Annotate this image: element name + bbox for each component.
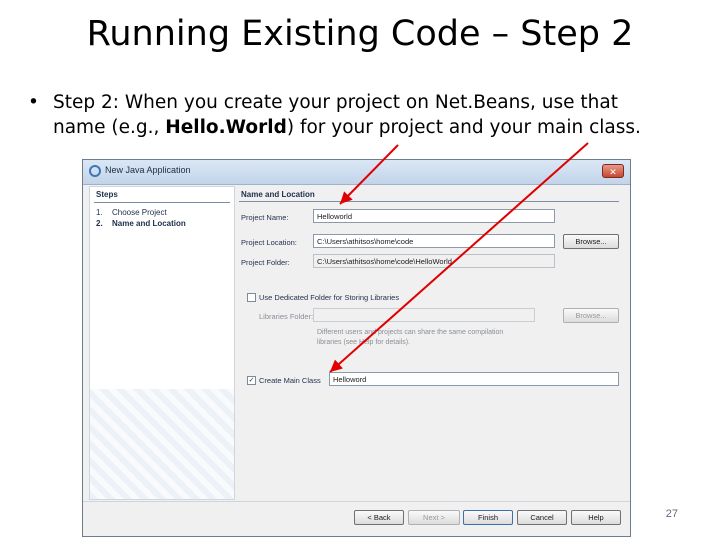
step-number: 2.: [96, 219, 103, 228]
slide-title: Running Existing Code – Step 2: [86, 14, 634, 54]
steps-divider: [94, 202, 230, 203]
step-number: 1.: [96, 208, 103, 217]
app-icon: [89, 165, 101, 177]
finish-button[interactable]: Finish: [463, 510, 513, 525]
shared-libraries-note: Different users and projects can share t…: [317, 328, 517, 348]
bullet-text: Step 2: When you create your project on …: [53, 90, 688, 140]
steps-panel: Steps 1. Choose Project 2. Name and Locati…: [89, 186, 235, 500]
shared-note-line-1: Different users and projects can share t…: [317, 329, 504, 336]
bullet-line-2-post: ) for your project and your main class.: [286, 117, 641, 138]
section-divider: [239, 201, 619, 202]
project-location-browse-button[interactable]: Browse...: [563, 234, 619, 249]
step-label: Name and Location: [112, 219, 186, 228]
project-folder-label: Project Folder:: [241, 258, 290, 267]
page-number: 27: [665, 508, 678, 520]
project-location-label: Project Location:: [241, 238, 297, 247]
project-name-label: Project Name:: [241, 213, 289, 222]
cancel-button[interactable]: Cancel: [517, 510, 567, 525]
create-main-class-label[interactable]: Create Main Class: [259, 376, 321, 385]
step-label: Choose Project: [112, 208, 167, 217]
bullet-project-name: Hello.World: [165, 117, 287, 138]
steps-background-art: [90, 389, 234, 499]
libraries-folder-browse-button[interactable]: Browse...: [563, 308, 619, 323]
bullet-symbol: •: [28, 92, 39, 113]
new-java-application-dialog: New Java Application ✕ Steps 1. Choose Pr…: [82, 159, 631, 537]
main-class-input[interactable]: Helloword: [329, 372, 619, 386]
create-main-class-checkbox[interactable]: ✓: [247, 376, 256, 385]
back-button[interactable]: < Back: [354, 510, 404, 525]
step-item-name-and-location: 2. Name and Location: [96, 219, 186, 228]
close-icon: ✕: [609, 167, 617, 177]
libraries-folder-input[interactable]: [313, 308, 535, 322]
steps-heading: Steps: [96, 190, 118, 199]
project-folder-input[interactable]: C:\Users\athitsos\home\code\HelloWorld: [313, 254, 555, 268]
bullet-line-2: name (e.g., Hello.World) for your projec…: [53, 115, 688, 140]
close-button[interactable]: ✕: [602, 164, 624, 178]
project-name-input[interactable]: Helloworld: [313, 209, 555, 223]
libraries-folder-label: Libraries Folder:: [259, 312, 314, 321]
dialog-titlebar[interactable]: New Java Application ✕: [83, 160, 630, 185]
dedicated-folder-checkbox[interactable]: [247, 293, 256, 302]
section-title: Name and Location: [241, 190, 315, 199]
dedicated-folder-label[interactable]: Use Dedicated Folder for Storing Librari…: [259, 293, 399, 302]
shared-note-line-2: libraries (see Help for details).: [317, 339, 410, 346]
project-location-input[interactable]: C:\Users\athitsos\home\code: [313, 234, 555, 248]
checkbox-icon: ✓: [248, 377, 255, 384]
dialog-button-bar: < Back Next > Finish Cancel Help: [83, 501, 630, 538]
next-button[interactable]: Next >: [408, 510, 460, 525]
step-item-choose-project: 1. Choose Project: [96, 208, 167, 217]
name-and-location-panel: Name and Location Project Name: Hellowor…: [237, 186, 625, 500]
dialog-title: New Java Application: [105, 165, 191, 175]
bullet-line-1: Step 2: When you create your project on …: [53, 92, 618, 113]
bullet-line-2-pre: name (e.g.,: [53, 117, 166, 138]
help-button[interactable]: Help: [571, 510, 621, 525]
